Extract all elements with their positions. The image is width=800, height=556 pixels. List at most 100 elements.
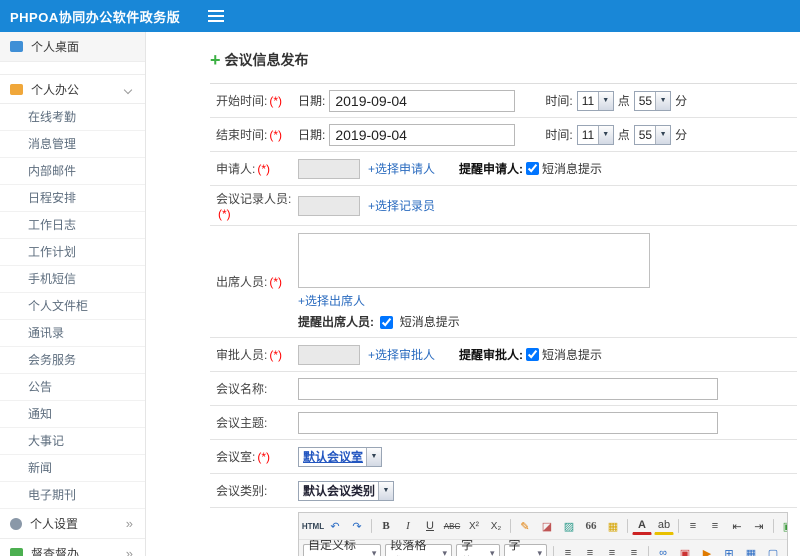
font-size-select[interactable]: 字号 <box>503 540 547 556</box>
link-icon[interactable]: ∞ <box>653 543 673 556</box>
sidebar-item-desktop[interactable]: 个人桌面 <box>0 32 145 62</box>
heading-select[interactable]: 自定义标题 <box>303 540 382 556</box>
desktop-icon <box>10 41 23 52</box>
approver-input[interactable] <box>298 344 360 365</box>
sidebar-subitem[interactable]: 新闻 <box>0 455 145 482</box>
sms-checkbox[interactable] <box>526 162 540 175</box>
remind-attendees-label: 提醒出席人员: <box>298 315 374 329</box>
highlight-color-icon[interactable]: ab <box>654 518 674 535</box>
hour-unit-label: 点 <box>617 128 630 142</box>
align-justify-icon[interactable]: ≡ <box>624 543 644 556</box>
time-label: 时间: <box>545 94 573 108</box>
undo-icon[interactable]: ↶ <box>325 516 345 536</box>
align-right-icon[interactable]: ≡ <box>602 543 622 556</box>
fullscreen-icon[interactable]: ▢ <box>763 543 783 556</box>
font-color-icon[interactable]: A <box>632 518 652 535</box>
sms-checkbox[interactable] <box>526 348 540 361</box>
end-minute-select[interactable]: 55 ▼ <box>633 124 672 145</box>
unordered-list-icon[interactable]: ≡ <box>705 516 725 536</box>
sidebar-item-label: 个人桌面 <box>31 40 80 54</box>
italic-icon[interactable]: I <box>398 516 418 536</box>
editor-toolbar-row2: 自定义标题段落格式字体字号≡≡≡≡∞▣▶⊞▦▢ <box>299 539 787 556</box>
sidebar-item-supervise[interactable]: 督查督办 » <box>0 539 145 556</box>
outdent-icon[interactable]: ⇤ <box>727 516 747 536</box>
emoticons-icon[interactable]: ▦ <box>603 516 623 536</box>
dropdown-arrow-icon: ▼ <box>655 125 671 144</box>
sidebar-subitem[interactable]: 工作计划 <box>0 239 145 266</box>
sidebar-item-settings[interactable]: 个人设置 » <box>0 509 145 539</box>
sidebar-subitem[interactable]: 会务服务 <box>0 347 145 374</box>
start-hour-select[interactable]: 11 ▼ <box>576 90 614 111</box>
sidebar-subitem[interactable]: 通讯录 <box>0 320 145 347</box>
sidebar-subitem[interactable]: 公告 <box>0 374 145 401</box>
start-minute-select[interactable]: 55 ▼ <box>633 90 672 111</box>
field-label: 开始时间: (*) <box>216 94 283 108</box>
sidebar-subitem[interactable]: 电子期刊 <box>0 482 145 509</box>
meeting-room-select[interactable]: 默认会议室 ▼ <box>298 446 383 467</box>
sidebar-subitem[interactable]: 内部邮件 <box>0 158 145 185</box>
start-date-input[interactable] <box>329 89 516 112</box>
form-row-meeting-category: 会议类别: 默认会议类别 ▼ <box>210 474 797 508</box>
field-label: 结束时间: (*) <box>216 128 283 142</box>
select-attendees-link[interactable]: +选择出席人 <box>298 292 365 309</box>
indent-icon[interactable]: ⇥ <box>749 516 769 536</box>
sidebar-subitem[interactable]: 日程安排 <box>0 185 145 212</box>
select-approver-link[interactable]: +选择审批人 <box>368 346 435 363</box>
sidebar-item-label: 个人办公 <box>31 82 80 97</box>
sidebar-subitem[interactable]: 个人文件柜 <box>0 293 145 320</box>
sidebar-subitem[interactable]: 手机短信 <box>0 266 145 293</box>
applicant-input[interactable] <box>298 158 360 179</box>
insert-image-icon[interactable]: ▣ <box>778 516 787 536</box>
align-center-icon[interactable]: ≡ <box>580 543 600 556</box>
bold-icon[interactable]: B <box>376 516 396 536</box>
form-row-meeting-room: 会议室: (*) 默认会议室 ▼ <box>210 440 797 474</box>
redo-icon[interactable]: ↷ <box>347 516 367 536</box>
top-bar: PHPOA协同办公软件政务版 <box>0 0 800 32</box>
font-family-select[interactable]: 字体 <box>456 540 500 556</box>
format-painter-icon[interactable]: ✎ <box>515 516 535 536</box>
align-left-icon[interactable]: ≡ <box>558 543 578 556</box>
fill-color-icon[interactable]: ▨ <box>559 516 579 536</box>
media-icon[interactable]: ▶ <box>697 543 717 556</box>
subscript-icon[interactable]: X₂ <box>486 516 506 536</box>
add-icon: + <box>210 50 221 70</box>
required-mark: (*) <box>269 275 283 289</box>
end-date-input[interactable] <box>329 123 516 146</box>
field-label: 会议名称: <box>216 382 268 396</box>
sidebar-item-office[interactable]: 个人办公 <box>0 74 145 104</box>
chevron-right-icon: » <box>125 546 133 556</box>
sidebar-item-label: 督查督办 <box>31 547 80 556</box>
meeting-category-select[interactable]: 默认会议类别 ▼ <box>298 480 395 501</box>
ordered-list-icon[interactable]: ≡ <box>683 516 703 536</box>
recorder-input[interactable] <box>298 195 360 216</box>
sms-checkbox[interactable] <box>380 316 394 330</box>
paragraph-select[interactable]: 段落格式 <box>385 540 453 556</box>
attendees-textarea[interactable] <box>298 233 650 288</box>
select-applicant-link[interactable]: +选择申请人 <box>368 160 435 177</box>
select-recorder-link[interactable]: +选择记录员 <box>368 197 435 214</box>
sidebar-subitem[interactable]: 通知 <box>0 401 145 428</box>
table-icon[interactable]: ⊞ <box>719 543 739 556</box>
meeting-name-input[interactable] <box>298 377 718 400</box>
end-hour-select[interactable]: 11 ▼ <box>576 124 614 145</box>
html-source-button[interactable]: HTML <box>302 516 324 536</box>
meeting-subject-input[interactable] <box>298 411 718 434</box>
form-row-meeting-name: 会议名称: <box>210 372 797 406</box>
dropdown-arrow-icon: ▼ <box>597 125 613 144</box>
sidebar-subitem[interactable]: 在线考勤 <box>0 104 145 131</box>
underline-icon[interactable]: U <box>420 516 440 536</box>
sidebar-subitem[interactable]: 大事记 <box>0 428 145 455</box>
grid-icon[interactable]: ▦ <box>741 543 761 556</box>
form-row-attendees: 出席人员: (*) +选择出席人 提醒出席人员: 短消息提示 <box>210 226 797 338</box>
sidebar-subitem[interactable]: 消息管理 <box>0 131 145 158</box>
superscript-icon[interactable]: X² <box>464 516 484 536</box>
strikethrough-icon[interactable]: ABC <box>442 516 462 536</box>
sms-label: 短消息提示 <box>399 315 460 329</box>
separator <box>371 519 372 533</box>
remove-format-icon[interactable]: ◪ <box>537 516 557 536</box>
form-row-meeting-subject: 会议主题: <box>210 406 797 440</box>
blockquote-icon[interactable]: 66 <box>581 516 601 536</box>
sidebar-subitem[interactable]: 工作日志 <box>0 212 145 239</box>
hamburger-menu-icon[interactable] <box>208 10 225 22</box>
image-upload-icon[interactable]: ▣ <box>675 543 695 556</box>
